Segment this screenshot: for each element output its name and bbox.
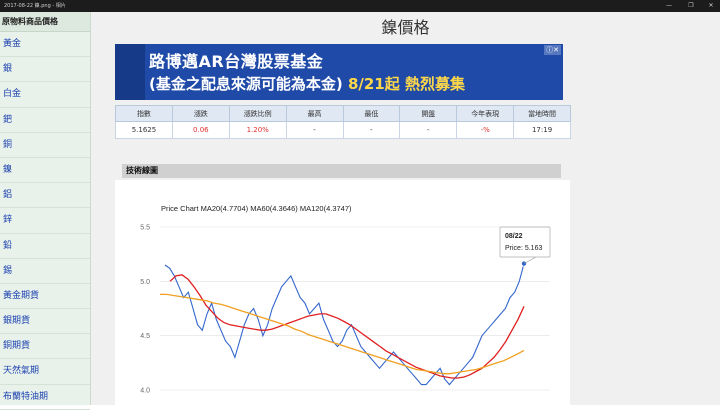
main-content: 鎳價格 路博邁AR台灣股票基金 (基金之配息來源可能為本金) 8/21起 熱烈募… (91, 12, 720, 405)
minimize-icon[interactable]: — (662, 0, 676, 12)
ad-banner[interactable]: 路博邁AR台灣股票基金 (基金之配息來源可能為本金) 8/21起 熱烈募集 ⓘ✕ (115, 44, 563, 100)
sidebar-item-gold[interactable]: 黃金 (0, 32, 90, 58)
sidebar-header: 原物料商品價格 (0, 12, 90, 32)
value-change: 0.06 (171, 121, 230, 139)
ad-close-icon[interactable]: ⓘ✕ (544, 45, 561, 55)
sidebar-item-natural-gas-futures[interactable]: 天然氣期 (0, 359, 90, 385)
quote-header-row: 指數 漲跌 漲跌比例 最高 最低 開盤 今年表現 當地時間 (115, 105, 571, 122)
sidebar-item-platinum[interactable]: 白金 (0, 82, 90, 108)
page-title: 鎳價格 (381, 18, 430, 37)
value-high: - (285, 121, 344, 139)
value-index: 5.1625 (115, 121, 173, 139)
sidebar-item-aluminum[interactable]: 鋁 (0, 183, 90, 209)
sidebar-item-nickel[interactable]: 鎳 (0, 158, 90, 184)
section-title-chart: 技術線圖 (122, 164, 561, 178)
banner-line2-date: 8/21起 熱烈募集 (347, 75, 465, 93)
price-chart[interactable]: Price Chart MA20(4.7704) MA60(4.3646) MA… (115, 180, 570, 405)
series-line-ma20 (169, 274, 525, 379)
header-open: 開盤 (399, 105, 458, 122)
value-local-time: 17:19 (513, 121, 571, 139)
banner-decoration (115, 44, 145, 100)
commodity-sidebar: 原物料商品價格 黃金 銀 白金 鈀 銅 鎳 鋁 鋅 鉛 錫 黃金期貨 銀期貨 銅… (0, 12, 91, 410)
sidebar-item-copper[interactable]: 銅 (0, 133, 90, 158)
header-change-pct: 漲跌比例 (228, 105, 287, 122)
y-tick-label: 4.0 (140, 388, 150, 395)
sidebar-item-tin[interactable]: 錫 (0, 259, 90, 284)
value-low: - (342, 121, 401, 139)
window-titlebar: 2017-08-22 鎳.png - 相片 — ❐ ✕ (0, 0, 720, 12)
header-change: 漲跌 (171, 105, 230, 122)
sidebar-item-palladium[interactable]: 鈀 (0, 108, 90, 133)
value-open: - (399, 121, 458, 139)
sidebar-item-zinc[interactable]: 鋅 (0, 208, 90, 234)
sidebar-item-silver[interactable]: 銀 (0, 57, 90, 83)
window-title: 2017-08-22 鎳.png - 相片 (4, 3, 66, 9)
tooltip-date: 08/22 (505, 233, 523, 240)
y-tick-label: 5.5 (140, 225, 150, 232)
close-icon[interactable]: ✕ (704, 0, 718, 12)
y-tick-label: 4.5 (140, 333, 150, 340)
banner-line1: 路博邁AR台灣股票基金 (149, 52, 324, 71)
sidebar-item-lead[interactable]: 鉛 (0, 234, 90, 259)
banner-line2: (基金之配息來源可能為本金) 8/21起 熱烈募集 (149, 73, 465, 94)
header-low: 最低 (342, 105, 401, 122)
header-local-time: 當地時間 (513, 105, 571, 122)
quote-value-row: 5.1625 0.06 1.20% - - - -% 17:19 (115, 121, 571, 139)
price-chart-svg[interactable]: Price Chart MA20(4.7704) MA60(4.3646) MA… (115, 180, 570, 405)
banner-line2-note: (基金之配息來源可能為本金) (149, 75, 343, 93)
quote-table: 指數 漲跌 漲跌比例 最高 最低 開盤 今年表現 當地時間 5.1625 0.0… (115, 105, 571, 139)
sidebar-item-silver-futures[interactable]: 銀期貨 (0, 309, 90, 335)
header-high: 最高 (285, 105, 344, 122)
value-ytd: -% (456, 121, 515, 139)
tooltip-price: Price: 5.163 (505, 245, 542, 252)
series-line-price (164, 263, 525, 386)
header-ytd: 今年表現 (456, 105, 515, 122)
y-tick-label: 5.0 (140, 279, 150, 286)
tooltip-box (499, 226, 551, 258)
sidebar-item-copper-futures[interactable]: 銅期貨 (0, 334, 90, 360)
value-change-pct: 1.20% (228, 121, 287, 139)
header-index: 指數 (115, 105, 173, 122)
sidebar-item-gold-futures[interactable]: 黃金期貨 (0, 284, 90, 310)
sidebar-item-brent-futures[interactable]: 布蘭特油期 (0, 385, 90, 410)
chart-title: Price Chart MA20(4.7704) MA60(4.3646) MA… (161, 204, 352, 213)
maximize-icon[interactable]: ❐ (684, 0, 698, 12)
tooltip-pointer (523, 256, 537, 264)
